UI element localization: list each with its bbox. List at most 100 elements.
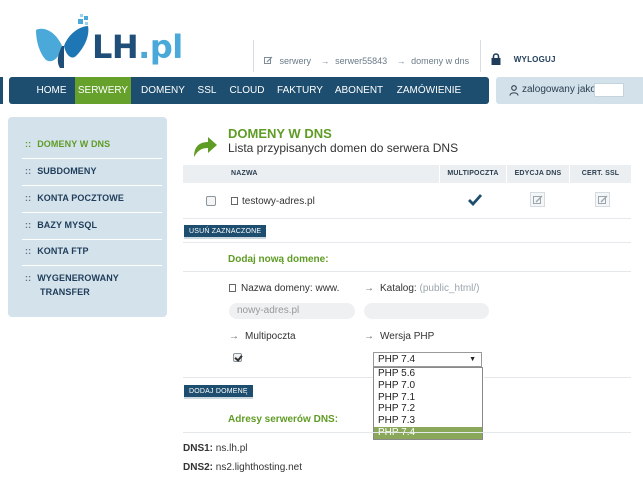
divider — [22, 212, 162, 213]
php-option[interactable]: PHP 7.3 — [374, 415, 482, 427]
sidebar-item-label-line2: TRANSFER — [40, 287, 90, 297]
php-option[interactable]: PHP 7.1 — [374, 392, 482, 404]
nav-abonent[interactable]: ABONENT — [331, 77, 387, 104]
logout-button[interactable]: WYLOGUJ — [480, 40, 556, 72]
sidebar-item-label: WYGENEROWANY — [37, 273, 119, 283]
logo-main-text: LH — [92, 28, 139, 66]
arrow-right-icon: → — [364, 331, 374, 342]
multipoczta-label-text: Multipoczta — [245, 331, 296, 342]
page-title: DOMENY W DNS — [228, 126, 332, 141]
catalog-hint: (public_html/) — [419, 283, 480, 294]
divider — [183, 377, 373, 378]
php-selected-value: PHP 7.4 — [378, 354, 416, 365]
sidebar-item-subdomeny[interactable]: :: SUBDOMENY — [8, 164, 167, 178]
sidebar-item-domeny-w-dns[interactable]: :: DOMENY W DNS — [8, 137, 167, 151]
edit-dns-button[interactable] — [530, 192, 545, 207]
logo-suffix-text: .pl — [138, 28, 183, 66]
sidebar-bullet: :: — [25, 166, 32, 176]
cert-ssl-button[interactable] — [595, 192, 610, 207]
edit-icon — [533, 195, 543, 204]
arrow-right-icon: → — [229, 331, 239, 342]
catalog-label-text: Katalog: — [380, 283, 417, 294]
nav-zamowienie[interactable]: ZAMÓWIENIE — [395, 77, 463, 104]
page-subtitle: Lista przypisanych domen do serwera DNS — [228, 141, 459, 155]
logout-label: WYLOGUJ — [513, 54, 556, 64]
divider — [22, 185, 162, 186]
main-nav: HOME SERWERY DOMENY SSL CLOUD FAKTURY AB… — [9, 77, 489, 104]
nav-serwery[interactable]: SERWERY — [75, 77, 131, 104]
domain-name-label: Nazwa domeny: www. — [229, 283, 339, 294]
domain-name-input[interactable]: nowy-adres.pl — [229, 303, 355, 319]
php-option[interactable]: PHP 7.0 — [374, 380, 482, 392]
php-version-select[interactable]: PHP 7.4 ▼ — [373, 352, 482, 367]
php-option[interactable]: PHP 7.2 — [374, 403, 482, 415]
logo-text: LH.pl — [92, 28, 183, 66]
nav-faktury[interactable]: FAKTURY — [275, 77, 325, 104]
sidebar: :: DOMENY W DNS :: SUBDOMENY :: KONTA POCZT… — [8, 117, 167, 317]
username-field — [594, 83, 624, 97]
dns1-value: ns.lh.pl — [215, 443, 248, 454]
add-domain-button[interactable]: DODAJ DOMENĘ — [184, 385, 253, 399]
php-version-label: → Wersja PHP — [364, 331, 434, 342]
col-header-cert-ssl: CERT. SSL — [581, 170, 620, 177]
divider — [183, 271, 631, 272]
divider — [183, 432, 631, 433]
divider — [22, 265, 162, 266]
lock-small-icon — [231, 197, 238, 205]
sidebar-bullet: :: — [25, 273, 32, 283]
row-checkbox[interactable] — [206, 196, 216, 206]
breadcrumb-serwery[interactable]: serwery — [280, 56, 312, 66]
dns2-line: DNS2: ns2.lighthosting.net — [183, 462, 302, 473]
delete-selected-button[interactable]: USUŃ ZAZNACZONE — [184, 225, 267, 239]
nav-domeny[interactable]: DOMENY — [137, 77, 189, 104]
table-row: testowy-adres.pl — [183, 184, 631, 219]
breadcrumb: serwery → serwer55843 → domeny w dns — [253, 40, 473, 72]
nav-left-edge — [0, 77, 3, 104]
table-header: NAZWA MULTIPOCZTA EDYCJA DNS CERT. SSL — [183, 165, 631, 183]
sidebar-item-label: KONTA POCZTOWE — [37, 193, 124, 203]
arrow-right-icon: → — [364, 283, 374, 294]
dns1-line: DNS1: ns.lh.pl — [183, 443, 247, 454]
sidebar-item-bazy-mysql[interactable]: :: BAZY MYSQL — [8, 218, 167, 232]
lock-icon — [491, 53, 501, 65]
arrow-right-icon: → — [396, 56, 406, 66]
nav-cloud[interactable]: CLOUD — [227, 77, 267, 104]
breadcrumb-server[interactable]: serwer55843 — [335, 56, 387, 66]
add-domain-title: Dodaj nową domene: — [228, 254, 329, 265]
domain-name-text: testowy-adres.pl — [242, 196, 315, 207]
lh-logo[interactable]: LH.pl — [34, 14, 194, 70]
domain-name-label-text: Nazwa domeny: www. — [241, 283, 340, 294]
arrow-right-icon: → — [320, 56, 330, 66]
php-option[interactable]: PHP 5.6 — [374, 368, 482, 380]
edit-icon — [264, 56, 273, 64]
sidebar-bullet: :: — [25, 220, 32, 230]
nav-home[interactable]: HOME — [29, 77, 74, 104]
php-version-label-text: Wersja PHP — [380, 331, 435, 342]
multipoczta-label: → Multipoczta — [229, 331, 296, 342]
sidebar-item-konta-ftp[interactable]: :: KONTA FTP — [8, 244, 167, 258]
nav-ssl[interactable]: SSL — [193, 77, 221, 104]
sidebar-item-label: BAZY MYSQL — [37, 220, 98, 230]
breadcrumb-dns[interactable]: domeny w dns — [411, 56, 469, 66]
logged-as-label: zalogowany jako: — [522, 84, 599, 95]
catalog-input[interactable] — [364, 303, 489, 319]
domain-name[interactable]: testowy-adres.pl — [231, 196, 315, 207]
php-version-dropdown: PHP 5.6 PHP 7.0 PHP 7.1 PHP 7.2 PHP 7.3 … — [373, 367, 483, 440]
sidebar-bullet: :: — [25, 139, 32, 149]
caret-down-icon: ▼ — [469, 356, 476, 363]
curved-arrow-icon — [194, 137, 217, 157]
butterfly-logo-icon — [36, 14, 89, 68]
lock-small-icon — [229, 284, 236, 292]
divider — [22, 158, 162, 159]
col-header-edycja-dns: EDYCJA DNS — [514, 170, 562, 177]
sidebar-item-transfer[interactable]: :: WYGENEROWANY TRANSFER — [8, 271, 167, 299]
sidebar-bullet: :: — [25, 246, 32, 256]
sidebar-item-konta-pocztowe[interactable]: :: KONTA POCZTOWE — [8, 191, 167, 205]
divider — [484, 377, 631, 378]
dns2-label: DNS2: — [183, 462, 214, 473]
multipoczta-checkbox[interactable] — [233, 353, 242, 362]
dns1-label: DNS1: — [183, 443, 214, 454]
sidebar-item-label: SUBDOMENY — [37, 166, 97, 176]
sidebar-item-label: KONTA FTP — [37, 246, 89, 256]
dns-servers-title: Adresy serwerów DNS: — [228, 414, 339, 425]
